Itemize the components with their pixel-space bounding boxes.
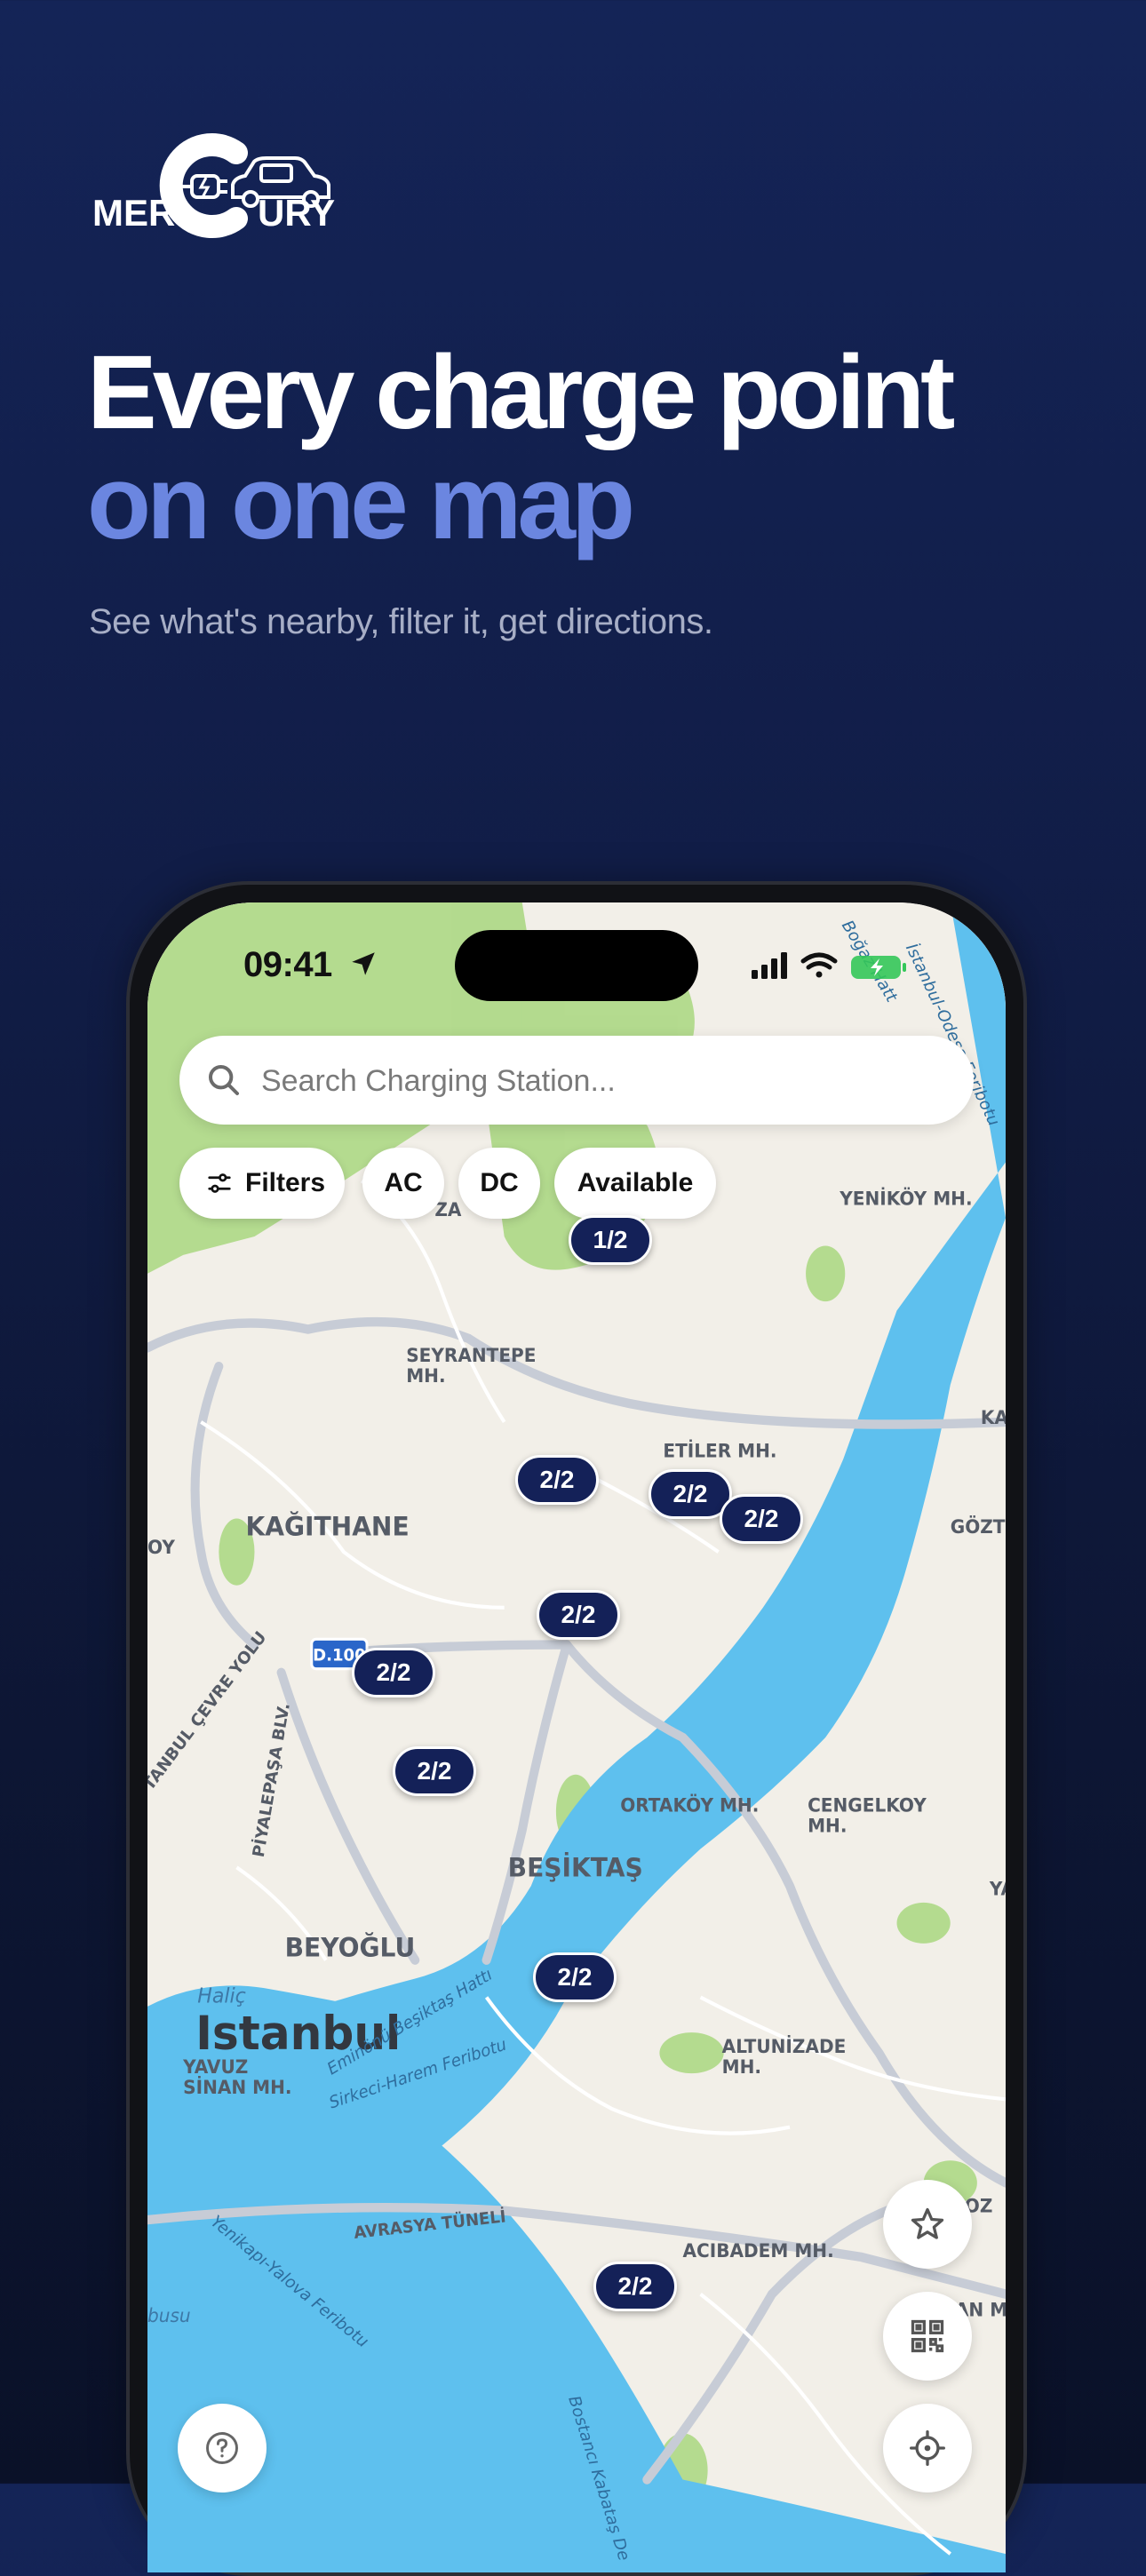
station-pin[interactable]: 2/2 [720,1494,803,1544]
dynamic-island [455,930,698,1001]
search-icon [209,1065,239,1095]
station-pin[interactable]: 2/2 [533,1952,617,2002]
phone-screen: SEYRANTEPE MH. ETİLER MH. KAĞITHANE ORTAK… [147,902,1006,2572]
favorites-button[interactable] [883,2180,972,2269]
station-pin[interactable]: 1/2 [569,1215,652,1265]
label-gozte: GÖZTE [951,1515,1006,1538]
headline-line-2: on one map [87,444,635,561]
locate-icon [910,2430,945,2466]
wifi-icon [800,952,838,978]
filter-chip-available-label: Available [577,1168,694,1197]
filter-chip-dc[interactable]: DC [458,1148,540,1219]
logo-plug-icon [178,174,227,199]
label-kagithane: KAĞITHANE [245,1511,409,1542]
station-pin[interactable]: 2/2 [593,2262,677,2311]
label-acibadem: ACIBADEM MH. [682,2240,833,2262]
label-ya: YA [989,1878,1006,1899]
headline: Every charge point on one map [87,334,955,561]
station-pin[interactable]: 2/2 [649,1469,732,1519]
qr-code-icon [911,2319,944,2353]
filters-button[interactable]: Filters [179,1148,345,1219]
filters-label: Filters [245,1168,326,1197]
sliders-icon [208,1173,231,1193]
scan-qr-button[interactable] [883,2292,972,2381]
label-beyoglu: BEYOĞLU [285,1932,416,1963]
star-icon [911,2207,944,2239]
label-yenikoy: YENİKÖY MH. [839,1187,972,1209]
filter-chip-ac[interactable]: AC [362,1148,444,1219]
station-pin[interactable]: 2/2 [352,1648,435,1697]
locate-me-button[interactable] [883,2404,972,2493]
search-input[interactable] [259,1057,938,1105]
filter-chip-dc-label: DC [480,1168,519,1197]
filter-chip-ac-label: AC [384,1168,423,1197]
status-time: 09:41 [243,945,332,984]
label-halic: Haliç [197,1984,246,2008]
subtitle: See what's nearby, filter it, get direct… [89,602,713,641]
station-pin[interactable]: 2/2 [537,1590,620,1640]
logo-text-right: URY [258,192,335,234]
label-oy: OY [147,1537,176,1558]
location-arrow-icon [352,952,375,975]
label-busu: busu [147,2305,191,2326]
battery-icon [851,956,906,979]
signal-icon [752,952,787,979]
status-icons [752,952,906,979]
label-ortakoy: ORTAKÖY MH. [620,1793,759,1816]
headline-line-1: Every charge point [87,334,955,451]
phone-mockup: SEYRANTEPE MH. ETİLER MH. KAĞITHANE ORTAK… [126,881,1027,2576]
station-pin[interactable]: 2/2 [515,1455,599,1505]
label-etiler: ETİLER MH. [663,1439,776,1461]
station-pin[interactable]: 2/2 [393,1746,476,1796]
mercury-logo: MER URY [92,133,335,238]
label-besiktas: BEŞİKTAŞ [508,1852,643,1883]
filter-chip-available[interactable]: Available [554,1148,716,1219]
help-button[interactable] [178,2404,267,2493]
label-za: ZA [434,1199,461,1220]
label-kav: KAV [981,1407,1006,1428]
help-icon [206,2432,238,2464]
search-bar[interactable] [179,1036,974,1125]
